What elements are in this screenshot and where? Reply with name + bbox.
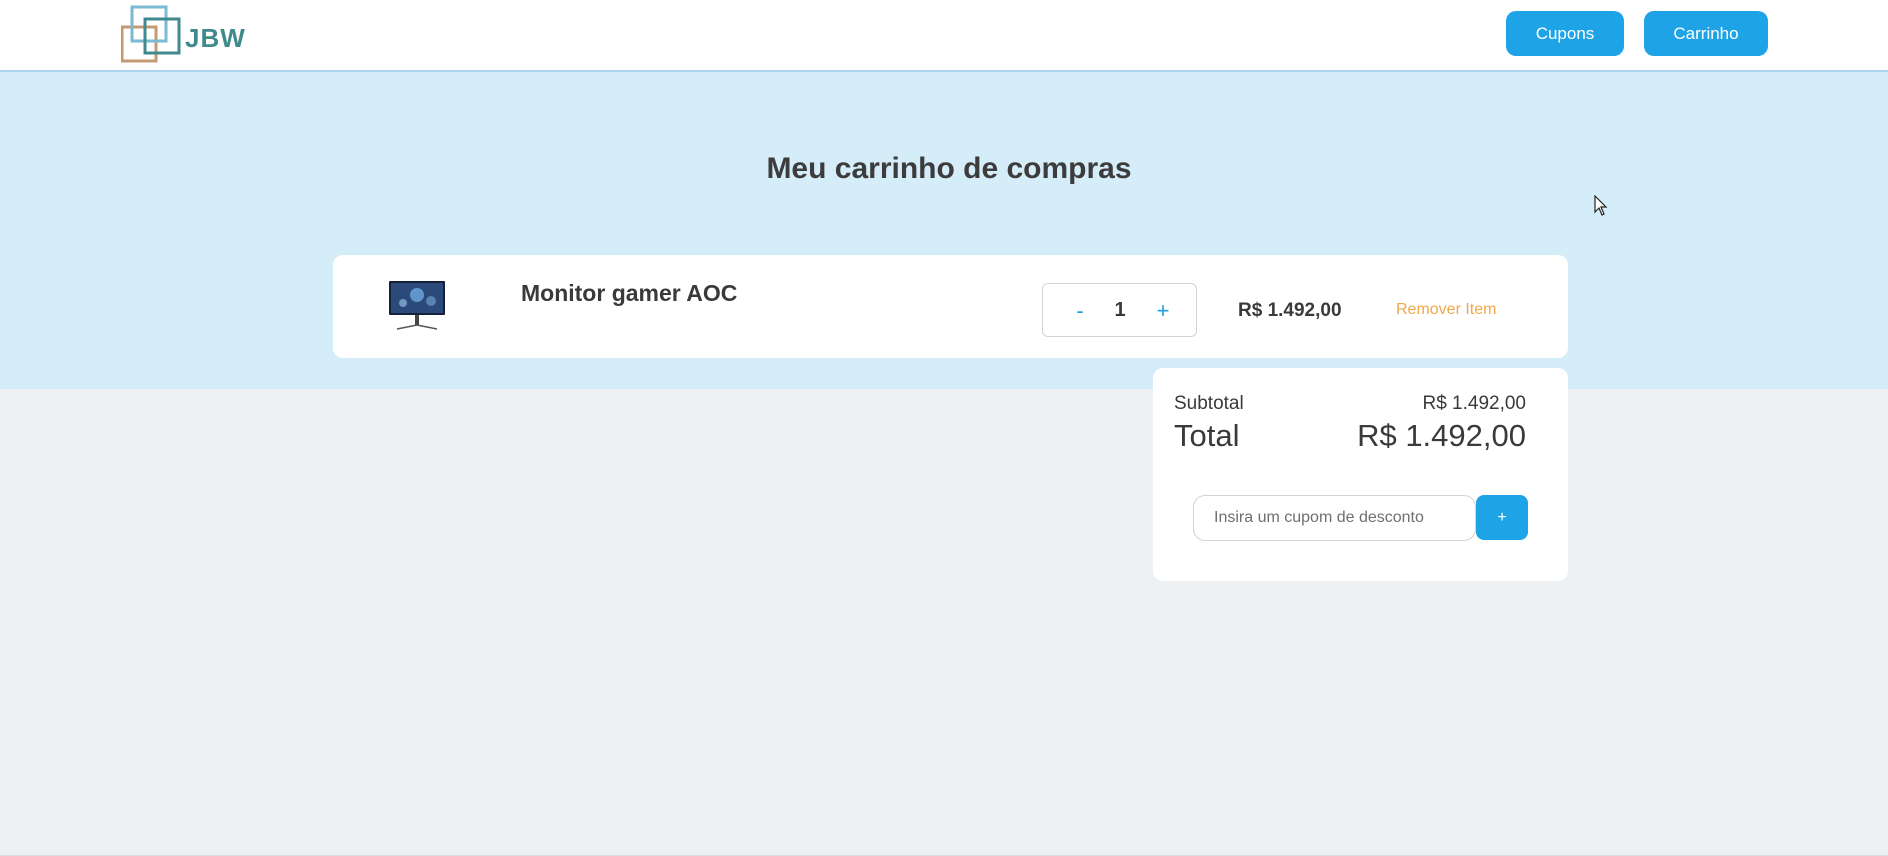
quantity-stepper: - 1 + bbox=[1042, 283, 1197, 337]
quantity-value: 1 bbox=[1114, 299, 1126, 321]
remove-item-link[interactable]: Remover Item bbox=[1396, 301, 1496, 319]
subtotal-value: R$ 1.492,00 bbox=[1422, 393, 1526, 414]
total-label: Total bbox=[1174, 418, 1240, 453]
jbw-logo[interactable]: JBW bbox=[120, 5, 246, 63]
cupons-button[interactable]: Cupons bbox=[1506, 11, 1624, 56]
product-image bbox=[389, 281, 445, 331]
decrease-quantity-button[interactable]: - bbox=[1065, 296, 1095, 326]
page-background bbox=[0, 389, 1888, 856]
total-value: R$ 1.492,00 bbox=[1357, 418, 1526, 453]
carrinho-button[interactable]: Carrinho bbox=[1644, 11, 1768, 56]
coupon-input[interactable] bbox=[1193, 495, 1476, 541]
monitor-icon bbox=[389, 281, 445, 330]
increase-quantity-button[interactable]: + bbox=[1148, 296, 1178, 326]
item-price: R$ 1.492,00 bbox=[1238, 300, 1342, 321]
apply-coupon-button[interactable]: + bbox=[1476, 495, 1528, 540]
page-title: Meu carrinho de compras bbox=[766, 152, 1132, 185]
mouse-cursor-icon bbox=[1594, 195, 1608, 216]
order-summary-card: Subtotal R$ 1.492,00 Total R$ 1.492,00 + bbox=[1153, 368, 1568, 581]
product-name[interactable]: Monitor gamer AOC bbox=[521, 280, 737, 307]
site-header: JBW Cupons Carrinho bbox=[0, 0, 1888, 72]
cart-item-card: Monitor gamer AOC - 1 + R$ 1.492,00 Remo… bbox=[333, 255, 1568, 358]
subtotal-label: Subtotal bbox=[1174, 393, 1244, 414]
logo-text: JBW bbox=[185, 23, 246, 53]
